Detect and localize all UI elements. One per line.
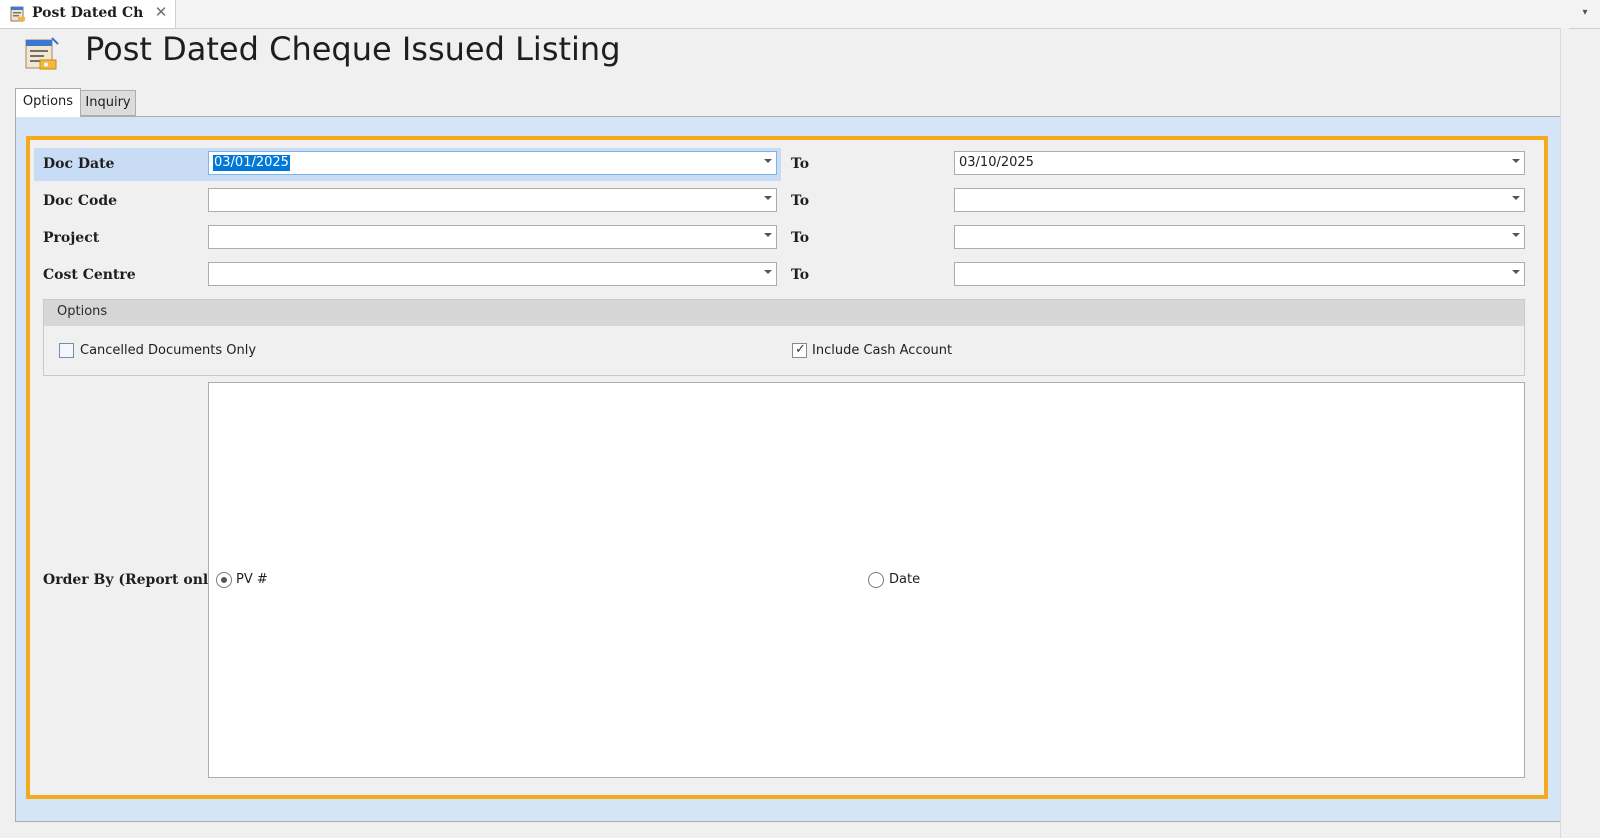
cost-centre-from-combo[interactable] bbox=[208, 262, 777, 286]
include-cash-checkbox[interactable]: ✓ bbox=[792, 342, 807, 358]
doc-date-from-value: 03/01/2025 bbox=[213, 155, 290, 171]
cost-centre-to-label: To bbox=[791, 267, 810, 283]
project-to-combo[interactable] bbox=[954, 225, 1525, 249]
cancelled-only-label[interactable]: Cancelled Documents Only bbox=[80, 343, 256, 358]
order-by-pv-radio[interactable] bbox=[216, 572, 232, 588]
order-by-radio-group: PV # Date bbox=[208, 382, 1525, 778]
document-tab-label: Post Dated Cheque Issued Listing bbox=[32, 5, 144, 21]
radio-selected-dot bbox=[221, 577, 227, 583]
report-icon bbox=[10, 6, 25, 22]
project-from-combo[interactable] bbox=[208, 225, 777, 249]
dropdown-arrow-icon[interactable] bbox=[1512, 196, 1520, 200]
project-label: Project bbox=[43, 230, 100, 246]
doc-date-to-label: To bbox=[791, 156, 810, 172]
doc-code-to-label: To bbox=[791, 193, 810, 209]
project-to-label: To bbox=[791, 230, 810, 246]
doc-date-label: Doc Date bbox=[43, 156, 115, 172]
options-group-title: Options bbox=[57, 304, 108, 319]
cost-centre-to-combo[interactable] bbox=[954, 262, 1525, 286]
order-by-date-label[interactable]: Date bbox=[889, 572, 920, 587]
options-group-header: Options bbox=[44, 300, 1524, 326]
options-group: Options Cancelled Documents Only ✓ Inclu… bbox=[43, 299, 1525, 376]
document-tab-strip bbox=[0, 0, 1600, 29]
order-by-label: Order By (Report only) bbox=[43, 572, 223, 588]
page-title: Post Dated Cheque Issued Listing bbox=[85, 30, 621, 68]
dropdown-arrow-icon[interactable] bbox=[1512, 270, 1520, 274]
dropdown-arrow-icon[interactable] bbox=[1512, 233, 1520, 237]
checkmark-icon: ✓ bbox=[795, 342, 806, 357]
doc-code-label: Doc Code bbox=[43, 193, 118, 209]
include-cash-label[interactable]: Include Cash Account bbox=[812, 343, 952, 358]
chevron-down-icon[interactable]: ▾ bbox=[1578, 6, 1592, 20]
tab-inquiry[interactable]: Inquiry bbox=[80, 90, 136, 116]
dropdown-arrow-icon[interactable] bbox=[764, 196, 772, 200]
scrollbar-track[interactable] bbox=[1560, 28, 1569, 838]
dropdown-arrow-icon[interactable] bbox=[764, 270, 772, 274]
document-tab[interactable]: Post Dated Cheque Issued Listing ✕ bbox=[0, 0, 176, 28]
cost-centre-label: Cost Centre bbox=[43, 267, 136, 283]
report-icon bbox=[25, 37, 59, 70]
order-by-date-radio[interactable] bbox=[868, 572, 884, 588]
cancelled-only-checkbox[interactable] bbox=[59, 343, 74, 358]
close-icon[interactable]: ✕ bbox=[153, 4, 169, 20]
order-by-pv-label[interactable]: PV # bbox=[236, 572, 268, 587]
dropdown-arrow-icon[interactable] bbox=[1512, 159, 1520, 163]
doc-date-from-combo[interactable]: 03/01/2025 bbox=[208, 151, 777, 175]
dropdown-arrow-icon[interactable] bbox=[764, 233, 772, 237]
doc-date-to-value: 03/10/2025 bbox=[959, 155, 1034, 170]
dropdown-arrow-icon[interactable] bbox=[764, 159, 772, 163]
doc-code-to-combo[interactable] bbox=[954, 188, 1525, 212]
tab-options[interactable]: Options bbox=[15, 88, 81, 117]
doc-code-from-combo[interactable] bbox=[208, 188, 777, 212]
doc-date-to-combo[interactable]: 03/10/2025 bbox=[954, 151, 1525, 175]
